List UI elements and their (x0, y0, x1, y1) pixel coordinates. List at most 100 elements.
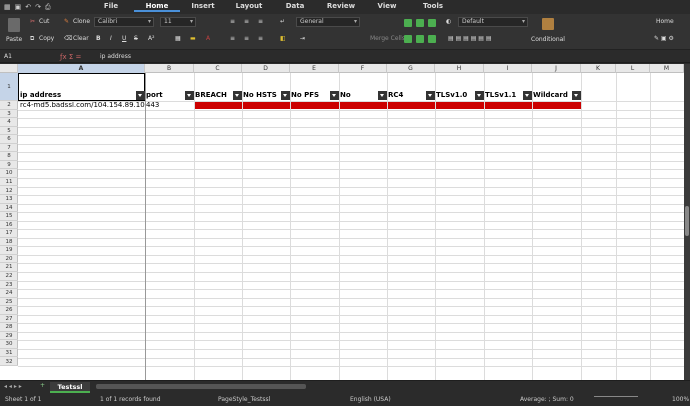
conditional-format-icon[interactable] (542, 18, 554, 30)
insert-column-icon[interactable] (416, 19, 424, 27)
autofilter-dropdown-icon[interactable] (185, 91, 194, 100)
column-header[interactable]: M (650, 64, 684, 73)
autofilter-dropdown-icon[interactable] (475, 91, 484, 100)
row-header[interactable]: 7 (0, 144, 18, 153)
align-bottom-icon[interactable]: ≡ (258, 18, 263, 25)
wildcard-cell[interactable] (533, 101, 581, 109)
no-hsts-cell[interactable] (243, 101, 290, 109)
menu-layout[interactable]: Layout (226, 2, 272, 12)
name-box[interactable]: A1 (0, 52, 60, 62)
row-header[interactable]: 21 (0, 263, 18, 272)
column-header[interactable]: C (194, 64, 242, 73)
autofilter-dropdown-icon[interactable] (378, 91, 387, 100)
home-tab-selector[interactable]: Home (656, 18, 674, 25)
tab-navigation-icons[interactable]: ◂ ◂ ▸ ▸ (4, 383, 22, 390)
merge-cells-button[interactable]: Merge Cells (370, 35, 405, 42)
header-cell[interactable]: BREACH (195, 91, 227, 100)
menu-home[interactable]: Home (134, 2, 180, 12)
clone-button[interactable]: Clone (73, 18, 90, 25)
header-cell[interactable]: RC4 (388, 91, 403, 100)
header-cell[interactable]: No PFS (291, 91, 319, 100)
align-right-icon[interactable]: ≡ (258, 35, 263, 42)
row-header[interactable]: 30 (0, 340, 18, 349)
no-tlsv1-cell[interactable] (340, 101, 387, 109)
row-header[interactable]: 27 (0, 315, 18, 324)
autofilter-dropdown-icon[interactable] (136, 91, 145, 100)
cell-style-select[interactable]: Default ▾ (458, 17, 528, 27)
horizontal-scrollbar[interactable] (96, 384, 306, 389)
add-sheet-icon[interactable]: + (40, 382, 45, 389)
new-icon[interactable]: ▦ (4, 3, 11, 12)
vertical-scrollbar[interactable] (684, 64, 690, 380)
clear-icon[interactable]: ⌫ (64, 35, 72, 42)
autofilter-dropdown-icon[interactable] (233, 91, 242, 100)
column-header[interactable]: A (18, 64, 145, 73)
column-header[interactable]: G (387, 64, 435, 73)
zoom-slider[interactable] (594, 396, 638, 397)
menu-file[interactable]: File (88, 2, 134, 12)
undo-icon[interactable]: ↶ (25, 3, 31, 12)
header-cell[interactable]: No HSTS (243, 91, 277, 100)
row-header[interactable]: 1 (0, 73, 18, 101)
autofilter-dropdown-icon[interactable] (330, 91, 339, 100)
strikethrough-icon[interactable]: S (134, 35, 138, 42)
wrap-text-icon[interactable]: ↵ (280, 18, 285, 25)
function-wizard-icon[interactable]: ƒx Σ = (60, 53, 100, 61)
delete-column-icon[interactable] (416, 35, 424, 43)
conditional-button[interactable]: Conditional (531, 36, 565, 43)
row-header[interactable]: 32 (0, 358, 18, 367)
header-cell[interactable]: Wildcard (533, 91, 568, 100)
breach-cell[interactable] (195, 101, 242, 109)
clear-button[interactable]: Clear (73, 35, 89, 42)
delete-row-icon[interactable] (404, 35, 412, 43)
header-cell[interactable]: TLSv1.0 (436, 91, 467, 100)
underline-icon[interactable]: U (122, 35, 126, 42)
row-header[interactable]: 8 (0, 152, 18, 161)
row-header[interactable]: 4 (0, 118, 18, 127)
font-name-select[interactable]: Calibri ▾ (94, 17, 154, 27)
tlsv1-1-cell[interactable] (485, 101, 532, 109)
formula-input[interactable]: ip address (100, 53, 131, 60)
tab-testssl[interactable]: Testssl (50, 382, 90, 393)
no-pfs-cell[interactable] (291, 101, 339, 109)
row-header[interactable]: 29 (0, 332, 18, 341)
row-header[interactable]: 22 (0, 272, 18, 281)
tlsv1-0-cell[interactable] (436, 101, 484, 109)
bold-icon[interactable]: B (96, 35, 101, 42)
autofilter-dropdown-icon[interactable] (281, 91, 290, 100)
zoom-level[interactable]: 100% (672, 396, 689, 403)
autofilter-dropdown-icon[interactable] (523, 91, 532, 100)
menu-view[interactable]: View (364, 2, 410, 12)
row-header[interactable]: 11 (0, 178, 18, 187)
autofilter-dropdown-icon[interactable] (426, 91, 435, 100)
copy-button[interactable]: Copy (39, 35, 54, 42)
select-all-corner[interactable] (0, 64, 18, 73)
row-header[interactable]: 17 (0, 229, 18, 238)
header-cell[interactable]: No TLSv1. (340, 91, 378, 100)
row-header[interactable]: 20 (0, 255, 18, 264)
cut-icon[interactable]: ✂ (30, 18, 35, 25)
paste-button[interactable]: Paste (6, 36, 22, 43)
highlight-icon[interactable]: ▬ (190, 35, 196, 42)
borders-icon[interactable]: ▦ (175, 35, 181, 42)
column-header[interactable]: D (242, 64, 290, 73)
row-header[interactable]: 16 (0, 221, 18, 230)
number-format-select[interactable]: General ▾ (296, 17, 360, 27)
row-header[interactable]: 2 (0, 101, 18, 110)
row-header[interactable]: 25 (0, 298, 18, 307)
italic-icon[interactable]: I (110, 35, 112, 42)
menu-data[interactable]: Data (272, 2, 318, 12)
row-header[interactable]: 13 (0, 195, 18, 204)
row-header[interactable]: 23 (0, 281, 18, 290)
column-header[interactable]: B (145, 64, 194, 73)
insert-cells-icon[interactable] (428, 19, 436, 27)
scroll-thumb[interactable] (685, 206, 689, 236)
row-header[interactable]: 14 (0, 204, 18, 213)
row-header[interactable]: 9 (0, 161, 18, 170)
menu-review[interactable]: Review (318, 2, 364, 12)
styles-icon[interactable]: ◐ (446, 18, 451, 25)
clone-icon[interactable]: ✎ (64, 18, 69, 25)
port-cell[interactable]: 443 (146, 101, 159, 109)
row-header[interactable]: 18 (0, 238, 18, 247)
autofilter-dropdown-icon[interactable] (572, 91, 581, 100)
